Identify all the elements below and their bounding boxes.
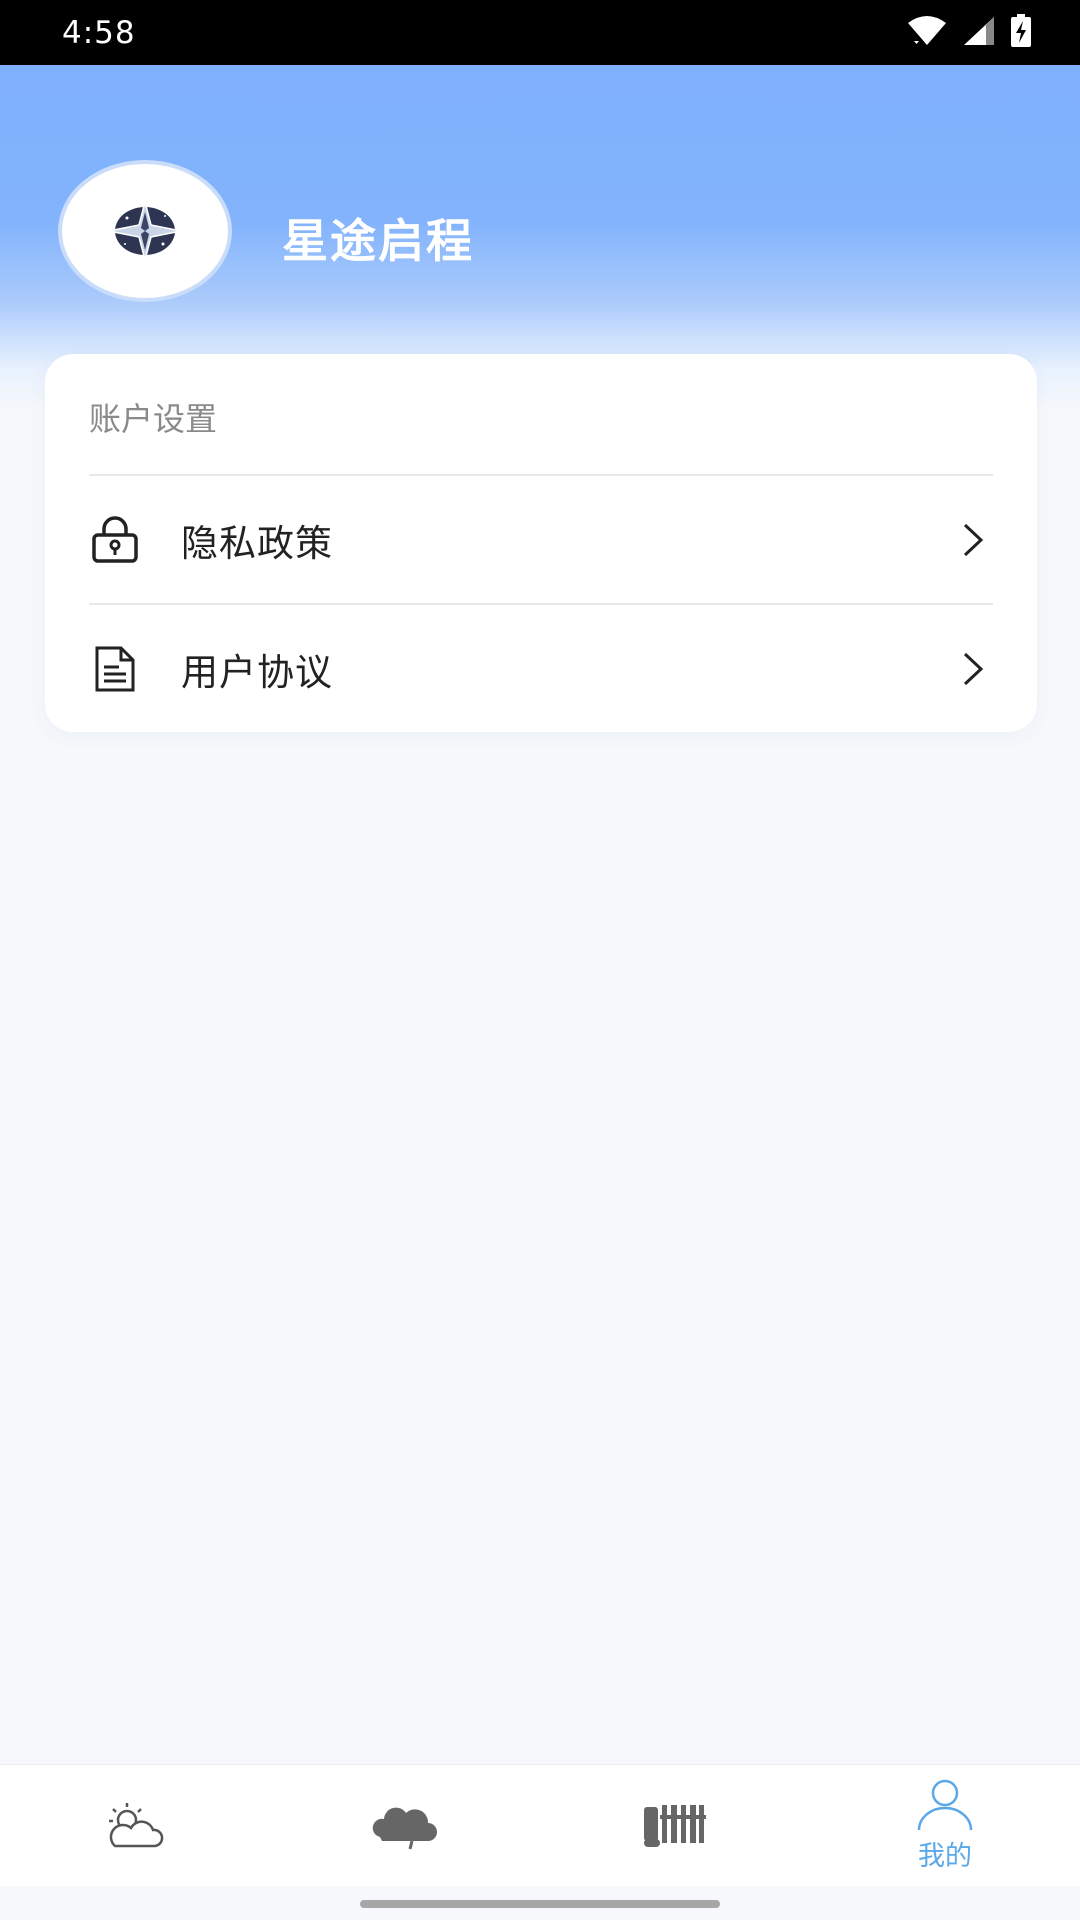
home-indicator[interactable] [360, 1900, 720, 1908]
barcode-icon [644, 1804, 706, 1847]
lock-icon [89, 514, 141, 566]
status-icons [906, 13, 1032, 52]
user-agreement-row[interactable]: 用户协议 [89, 605, 993, 733]
wifi-icon [906, 15, 948, 51]
cloud-icon [372, 1807, 437, 1849]
document-icon [89, 643, 141, 695]
nav-item-barcode[interactable] [540, 1765, 810, 1886]
app-name: 星途启程 [282, 214, 474, 268]
nav-item-weather[interactable] [0, 1765, 270, 1886]
nav-label-mine: 我的 [918, 1841, 972, 1872]
user-agreement-label: 用户协议 [181, 651, 333, 694]
nav-item-cloud[interactable] [270, 1765, 540, 1886]
chevron-right-icon [953, 649, 993, 689]
signal-icon [962, 15, 996, 51]
avatar[interactable] [58, 160, 232, 302]
nav-item-mine[interactable]: 我的 [810, 1765, 1080, 1886]
sun-cloud-icon [109, 1802, 164, 1847]
privacy-policy-label: 隐私政策 [181, 522, 333, 565]
chevron-right-icon [953, 520, 993, 560]
account-settings-card: 账户设置 隐私政策 用户协议 [45, 354, 1037, 732]
privacy-policy-row[interactable]: 隐私政策 [89, 476, 993, 604]
status-time: 4:58 [62, 14, 136, 51]
compass-star-logo [108, 199, 182, 263]
battery-charging-icon [1010, 13, 1032, 52]
person-icon [917, 1779, 973, 1831]
mine-screen: 4:58 星途启程 账户设置 隐私政策 用户协议 我的 [0, 0, 1080, 1920]
bottom-nav: 我的 [0, 1764, 1080, 1886]
account-settings-title: 账户设置 [89, 400, 218, 438]
status-bar: 4:58 [0, 0, 1080, 65]
